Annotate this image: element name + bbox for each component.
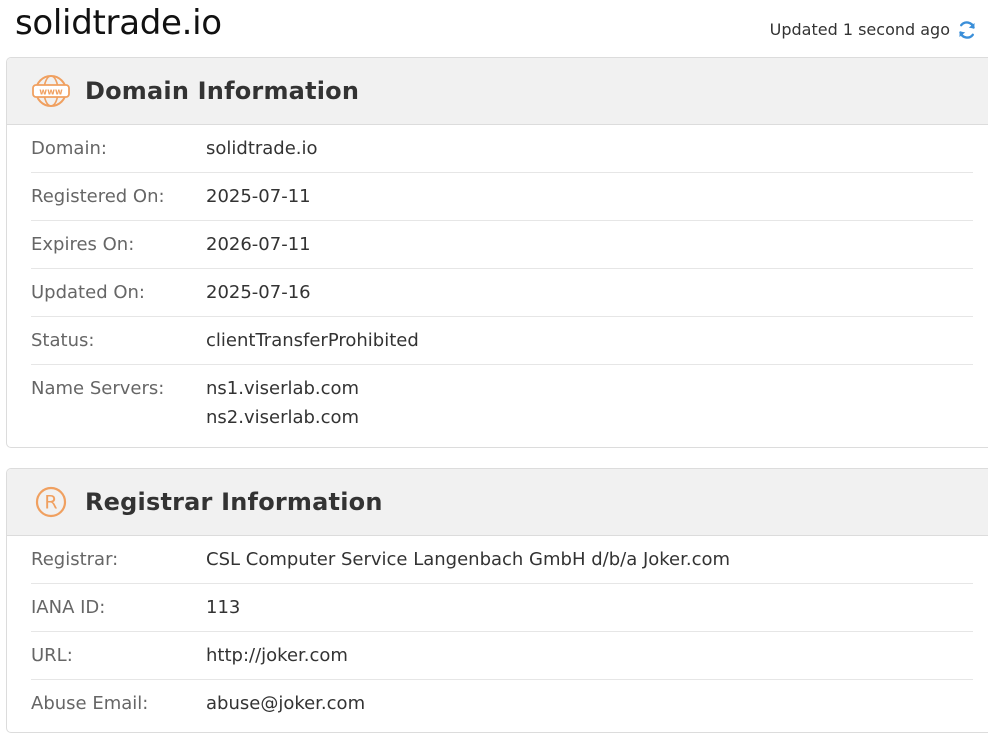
row-url: URL: http://joker.com (31, 632, 973, 680)
row-label: Expires On: (31, 234, 135, 255)
row-registrar: Registrar: CSL Computer Service Langenba… (31, 536, 973, 584)
row-value: CSL Computer Service Langenbach GmbH d/b… (206, 549, 731, 570)
row-value: 2025-07-16 (206, 282, 311, 303)
registrar-card-body: Registrar: CSL Computer Service Langenba… (7, 536, 988, 728)
row-label: Name Servers: (31, 378, 165, 399)
row-label: Domain: (31, 138, 107, 159)
registered-icon: R (31, 482, 71, 522)
row-status: Status: clientTransferProhibited (31, 317, 973, 365)
abuse-email: abuse@joker.com (206, 693, 366, 714)
row-registered-on: Registered On: 2025-07-11 (31, 173, 973, 221)
row-label: Registrar: (31, 549, 119, 570)
updated-text: Updated 1 second ago (769, 20, 950, 39)
domain-information-card: www Domain Information Domain: solidtrad… (6, 57, 988, 448)
row-label: Status: (31, 330, 95, 351)
page-title: solidtrade.io (15, 3, 222, 43)
registrar-information-card: R Registrar Information Registrar: CSL C… (6, 468, 988, 733)
row-label: Updated On: (31, 282, 145, 303)
row-updated-on: Updated On: 2025-07-16 (31, 269, 973, 317)
row-value: clientTransferProhibited (206, 330, 419, 351)
row-name-servers: Name Servers: ns1.viserlab.com ns2.viser… (31, 365, 973, 432)
name-server: ns2.viserlab.com (206, 407, 360, 428)
name-server: ns1.viserlab.com (206, 378, 360, 399)
row-domain: Domain: solidtrade.io (31, 125, 973, 173)
registrar-url: http://joker.com (206, 645, 348, 666)
refresh-icon[interactable] (956, 19, 978, 41)
row-value: ns1.viserlab.com ns2.viserlab.com (206, 362, 359, 432)
domain-card-body: Domain: solidtrade.io Registered On: 202… (7, 125, 988, 432)
svg-text:R: R (44, 492, 57, 514)
row-label: Abuse Email: (31, 693, 149, 714)
registrar-card-header: R Registrar Information (7, 469, 988, 536)
row-value: 2025-07-11 (206, 186, 311, 207)
row-value: 113 (206, 597, 241, 618)
row-value: 2026-07-11 (206, 234, 311, 255)
row-label: IANA ID: (31, 597, 106, 618)
updated-status: Updated 1 second ago (770, 18, 978, 42)
row-label: Registered On: (31, 186, 165, 207)
registrar-card-title: Registrar Information (85, 488, 383, 516)
row-value: solidtrade.io (206, 138, 318, 159)
row-iana-id: IANA ID: 113 (31, 584, 973, 632)
svg-text:www: www (39, 88, 63, 98)
row-label: URL: (31, 645, 73, 666)
row-expires-on: Expires On: 2026-07-11 (31, 221, 973, 269)
www-icon: www (31, 71, 71, 111)
row-abuse-email: Abuse Email: abuse@joker.com (31, 680, 973, 728)
domain-card-header: www Domain Information (7, 58, 988, 125)
page-header: solidtrade.io Updated 1 second ago (0, 0, 988, 50)
domain-card-title: Domain Information (85, 77, 360, 105)
